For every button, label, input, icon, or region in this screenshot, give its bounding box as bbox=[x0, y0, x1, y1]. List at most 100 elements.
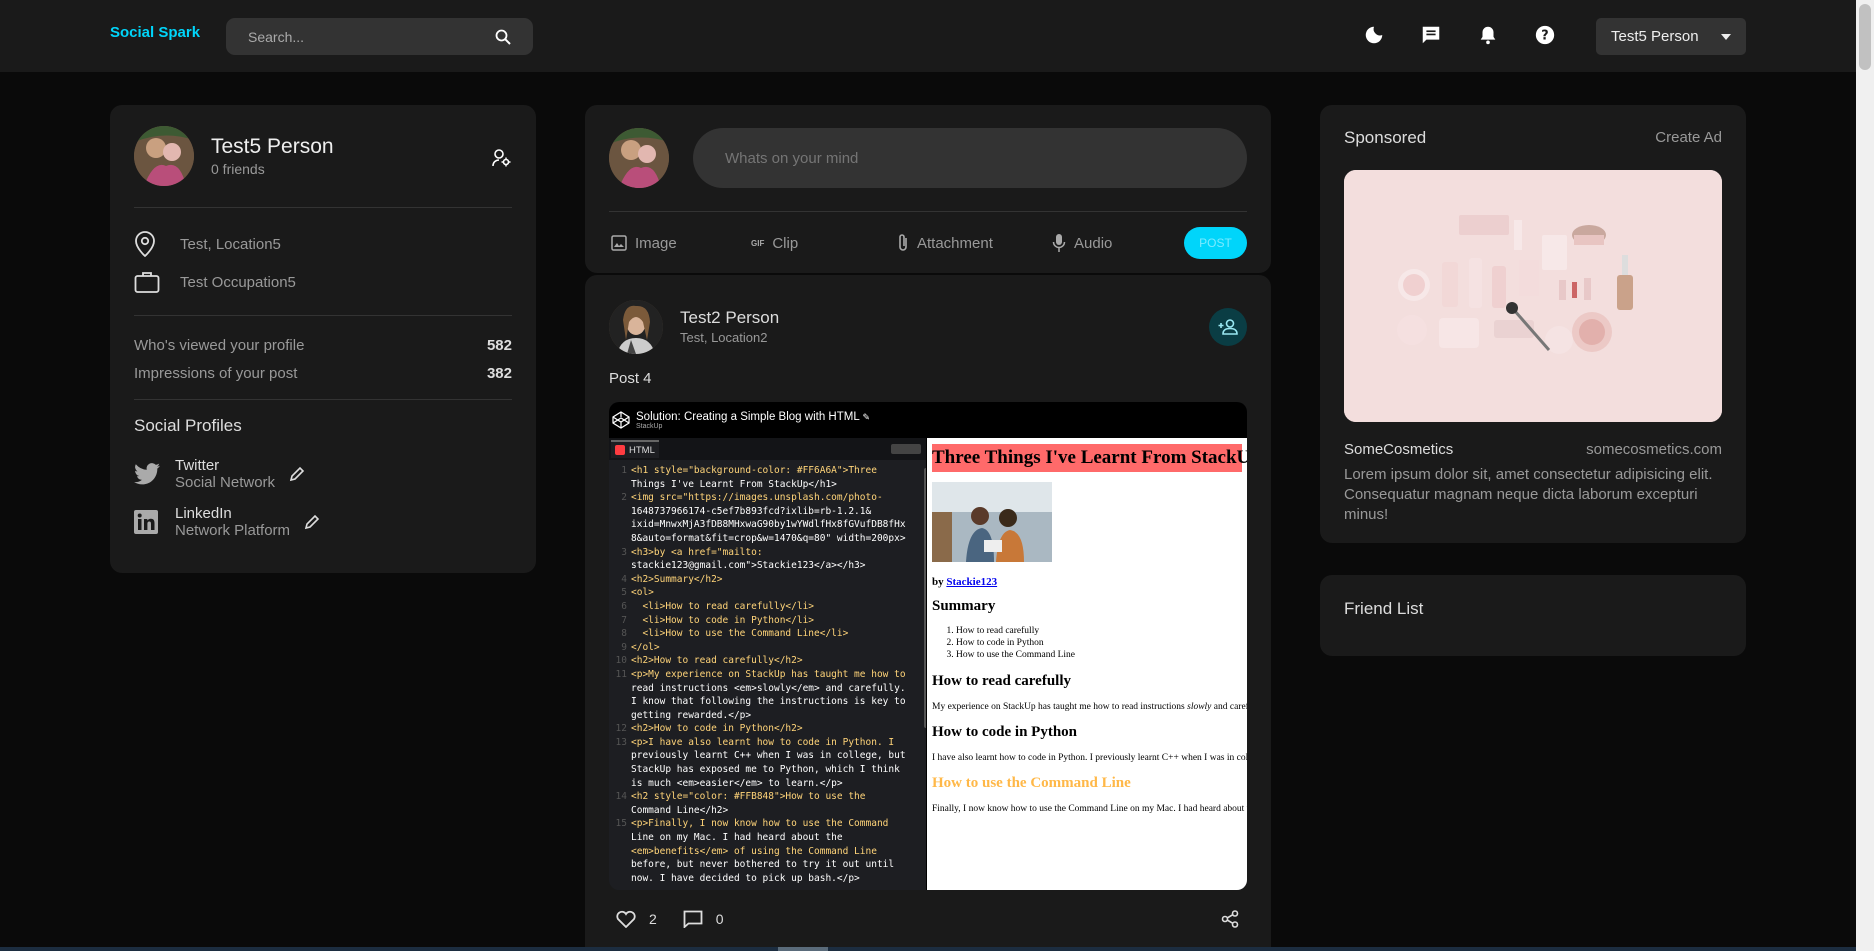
attachment-action[interactable]: Attachment bbox=[897, 233, 993, 253]
line-number: 4 bbox=[621, 573, 627, 585]
preview-list-item: How to read carefully bbox=[956, 625, 1242, 637]
horizontal-scrollbar-thumb[interactable] bbox=[778, 947, 828, 951]
sponsored-header: Sponsored Create Ad bbox=[1344, 105, 1722, 170]
code-text: </ol> bbox=[631, 641, 660, 653]
friend-list-card: Friend List bbox=[1320, 575, 1746, 656]
edit-icon[interactable] bbox=[289, 466, 305, 482]
edit-icon[interactable] bbox=[304, 514, 320, 530]
code-line: Things I've Learnt From StackUp</h1> bbox=[609, 478, 931, 492]
stat-value: 382 bbox=[486, 364, 512, 382]
linkedin-icon bbox=[134, 510, 162, 534]
line-number: 14 bbox=[615, 791, 627, 803]
chevron-down-icon bbox=[1721, 33, 1731, 40]
settings-icon[interactable] bbox=[891, 444, 921, 454]
code-text: Things I've Learnt From StackUp</h1> bbox=[631, 478, 837, 490]
code-text: read instructions <em>slowly</em> and ca… bbox=[631, 682, 906, 694]
code-line: getting rewarded.</p> bbox=[609, 709, 931, 723]
post-input[interactable] bbox=[693, 128, 1247, 188]
search-input[interactable] bbox=[248, 28, 448, 45]
composer-row bbox=[609, 105, 1247, 211]
code-line: 15 <p>Finally, I now know how to use the … bbox=[609, 817, 931, 831]
preview-list-item: How to code in Python bbox=[956, 637, 1242, 649]
image-action[interactable]: Image bbox=[611, 235, 677, 252]
code-text: previously learnt C++ when I was in coll… bbox=[631, 750, 906, 762]
code-line: 10 <h2>How to read carefully</h2> bbox=[609, 654, 931, 668]
clip-action[interactable]: GIF Clip bbox=[751, 235, 798, 252]
user-menu-select[interactable]: Test5 Person bbox=[1596, 18, 1746, 55]
post-image[interactable]: Solution: Creating a Simple Blog with HT… bbox=[609, 402, 1247, 890]
image-label: Image bbox=[635, 234, 677, 252]
social-sub: Social Network bbox=[175, 474, 276, 491]
horizontal-scrollbar[interactable] bbox=[0, 947, 1856, 951]
social-info: LinkedIn Network Platform bbox=[175, 505, 290, 539]
scrollbar-thumb[interactable] bbox=[1859, 4, 1871, 70]
notifications-icon[interactable] bbox=[1475, 22, 1501, 48]
search-bar bbox=[226, 18, 533, 55]
code-line: 8&auto=format&fit=crop&w=1470&q=80" widt… bbox=[609, 532, 931, 546]
preview-author-link[interactable]: Stackie123 bbox=[946, 576, 997, 588]
ad-image[interactable] bbox=[1344, 170, 1722, 422]
audio-label: Audio bbox=[1074, 234, 1113, 252]
friend-list-title: Friend List bbox=[1344, 599, 1424, 618]
code-tab-bar: HTML bbox=[609, 438, 931, 460]
code-text: I know that following the instructions i… bbox=[631, 696, 906, 708]
message-icon[interactable] bbox=[1418, 22, 1444, 48]
ad-url[interactable]: somecosmetics.com bbox=[1586, 441, 1722, 458]
code-text: 8&auto=format&fit=crop&w=1470&q=80" widt… bbox=[631, 532, 906, 544]
preview-p-python: I have also learnt how to code in Python… bbox=[932, 753, 1247, 763]
line-number: 6 bbox=[621, 600, 627, 612]
avatar[interactable] bbox=[134, 126, 194, 186]
code-text: stackie123@gmail.com">Stackie123</a></h3… bbox=[631, 560, 866, 572]
code-line: stackie123@gmail.com">Stackie123</a></h3… bbox=[609, 559, 931, 573]
post-button[interactable]: POST bbox=[1184, 227, 1247, 259]
code-line: read instructions <em>slowly</em> and ca… bbox=[609, 682, 931, 696]
line-number: 3 bbox=[621, 546, 627, 558]
post-composer: Image GIF Clip Attachment Audio POST bbox=[585, 105, 1271, 273]
preview-summary: Summary bbox=[932, 598, 996, 614]
avatar[interactable] bbox=[609, 299, 663, 354]
embed-title-text: Solution: Creating a Simple Blog with HT… bbox=[636, 410, 860, 423]
code-line: before, but never bothered to try it out… bbox=[609, 858, 931, 872]
line-number: 11 bbox=[615, 668, 627, 680]
post-author-name[interactable]: Test2 Person bbox=[680, 308, 779, 328]
code-line: 8 <li>How to use the Command Line</li> bbox=[609, 627, 931, 641]
ad-description: Lorem ipsum dolor sit, amet consectetur … bbox=[1344, 466, 1713, 523]
pencil-icon: ✎ bbox=[862, 411, 871, 422]
location-row: Test, Location5 bbox=[134, 225, 512, 263]
code-line: 7 <li>How to code in Python</li> bbox=[609, 614, 931, 628]
share-icon[interactable] bbox=[1221, 910, 1239, 928]
nav-icons: ? bbox=[1361, 22, 1558, 48]
create-ad-link[interactable]: Create Ad bbox=[1655, 129, 1722, 146]
preview-list-item: How to use the Command Line bbox=[956, 649, 1242, 661]
code-line: 3 <h3>by <a href="mailto: bbox=[609, 546, 931, 560]
social-item-twitter: Twitter Social Network bbox=[134, 450, 512, 498]
manage-account-icon[interactable] bbox=[492, 149, 512, 167]
help-icon[interactable]: ? bbox=[1532, 22, 1558, 48]
code-text: StackUp has exposed me to Python, which … bbox=[631, 764, 900, 776]
preview-photo bbox=[932, 482, 1052, 562]
heart-icon[interactable] bbox=[616, 910, 636, 928]
clip-label: Clip bbox=[772, 234, 799, 252]
profile-name[interactable]: Test5 Person bbox=[211, 135, 334, 159]
search-icon[interactable] bbox=[495, 29, 511, 45]
line-number: 9 bbox=[621, 641, 627, 653]
add-friend-icon[interactable] bbox=[1209, 308, 1247, 346]
code-text: is much <em>easier</em> to learn.</p> bbox=[631, 777, 843, 789]
audio-action[interactable]: Audio bbox=[1052, 233, 1112, 253]
post-button-label: POST bbox=[1199, 236, 1232, 250]
line-number: 13 bbox=[615, 736, 627, 748]
comments-count: 0 bbox=[715, 911, 724, 927]
page-scrollbar[interactable] bbox=[1856, 0, 1874, 951]
line-number: 5 bbox=[621, 587, 627, 599]
app-logo[interactable]: Social Spark bbox=[110, 24, 200, 41]
code-panel: HTML 1 <h1 style="background-color: #FF6A… bbox=[609, 438, 931, 890]
location-icon bbox=[134, 231, 159, 257]
code-line: 2 <img src="https://images.unsplash.com/p… bbox=[609, 491, 931, 505]
html-tab[interactable]: HTML bbox=[611, 440, 659, 458]
comment-icon[interactable] bbox=[683, 910, 703, 928]
preview-h1: Three Things I've Learnt From StackUp bbox=[932, 444, 1247, 472]
paperclip-icon bbox=[897, 233, 909, 253]
code-text: <li>How to code in Python</li> bbox=[631, 614, 815, 626]
preview-by: by bbox=[932, 576, 944, 588]
dark-mode-icon[interactable] bbox=[1361, 22, 1387, 48]
